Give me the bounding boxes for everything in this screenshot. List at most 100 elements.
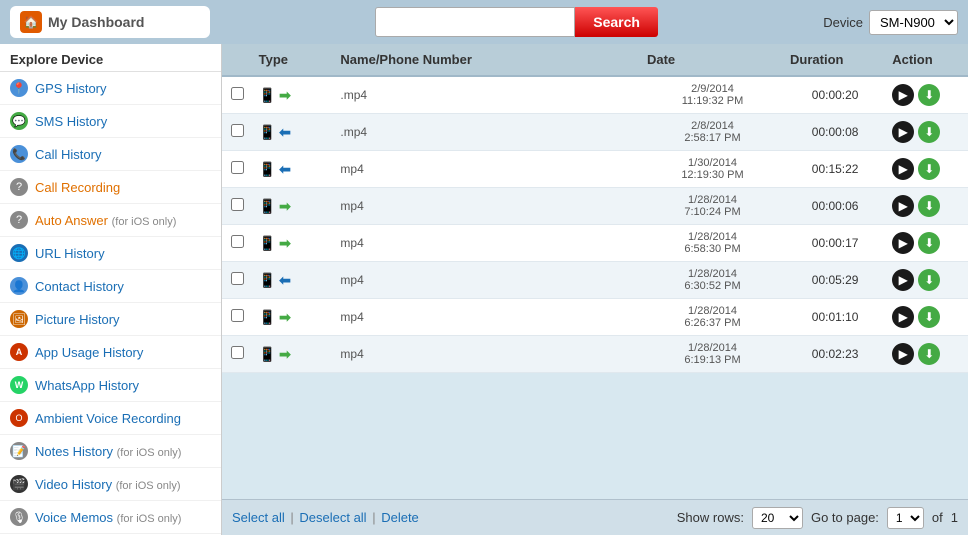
show-rows-select[interactable]: 10 20 50 100 xyxy=(752,507,803,529)
row-name-cell: .mp4 xyxy=(334,114,641,151)
sidebar-item-label-autoanswer: Auto Answer (for iOS only) xyxy=(35,213,176,228)
video-icon: 🎬 xyxy=(10,475,28,493)
row-duration-cell: 00:02:23 xyxy=(784,336,886,373)
sidebar-item-call[interactable]: 📞 Call History xyxy=(0,138,221,171)
col-header-name: Name/Phone Number xyxy=(334,44,641,76)
sidebar-item-autoanswer[interactable]: ? Auto Answer (for iOS only) xyxy=(0,204,221,237)
sidebar-item-gps[interactable]: 📍 GPS History xyxy=(0,72,221,105)
go-to-page-select[interactable]: 1 xyxy=(887,507,924,529)
sidebar-item-voice[interactable]: 🎙 Voice Memos (for iOS only) xyxy=(0,501,221,534)
play-button[interactable]: ▶ xyxy=(892,343,914,365)
sidebar-item-contact[interactable]: 👤 Contact History xyxy=(0,270,221,303)
row-checkbox[interactable] xyxy=(231,309,244,322)
row-checkbox[interactable] xyxy=(231,124,244,137)
direction-arrow-icon: ➡ xyxy=(279,198,291,215)
sidebar-item-label-url: URL History xyxy=(35,246,105,261)
direction-arrow-icon: ➡ xyxy=(279,87,291,104)
direction-arrow-icon: ➡ xyxy=(279,309,291,326)
row-checkbox-cell xyxy=(222,225,253,262)
download-button[interactable]: ⬇ xyxy=(918,306,940,328)
device-label: Device xyxy=(823,15,863,30)
play-button[interactable]: ▶ xyxy=(892,269,914,291)
row-name-cell: mp4 xyxy=(334,225,641,262)
main-layout: Explore Device 📍 GPS History 💬 SMS Histo… xyxy=(0,44,968,535)
download-button[interactable]: ⬇ xyxy=(918,121,940,143)
sidebar-item-ambient[interactable]: O Ambient Voice Recording xyxy=(0,402,221,435)
download-button[interactable]: ⬇ xyxy=(918,343,940,365)
play-button[interactable]: ▶ xyxy=(892,121,914,143)
sidebar-item-whatsapp[interactable]: W WhatsApp History xyxy=(0,369,221,402)
play-button[interactable]: ▶ xyxy=(892,84,914,106)
sidebar-item-video[interactable]: 🎬 Video History (for iOS only) xyxy=(0,468,221,501)
sidebar-item-callrec[interactable]: ? Call Recording xyxy=(0,171,221,204)
row-type-cell: 📱 ➡ xyxy=(253,225,335,262)
sidebar-item-sms[interactable]: 💬 SMS History xyxy=(0,105,221,138)
row-duration-cell: 00:15:22 xyxy=(784,151,886,188)
dashboard-icon: 🏠 xyxy=(20,11,42,33)
download-button[interactable]: ⬇ xyxy=(918,84,940,106)
deselect-all-link[interactable]: Deselect all xyxy=(299,510,366,525)
of-value: 1 xyxy=(951,510,958,525)
type-icons: 📱 ➡ xyxy=(259,235,329,252)
col-header-check xyxy=(222,44,253,76)
type-icons: 📱 ⬅ xyxy=(259,161,329,178)
table-row: 📱 ➡ .mp4 2/9/201411:19:32 PM 00:00:20 ▶ … xyxy=(222,76,968,114)
row-type-cell: 📱 ⬅ xyxy=(253,151,335,188)
download-button[interactable]: ⬇ xyxy=(918,269,940,291)
search-button[interactable]: Search xyxy=(575,7,658,37)
direction-arrow-icon: ⬅ xyxy=(279,272,291,289)
sidebar-item-label-call: Call History xyxy=(35,147,101,162)
phone-icon: 📱 xyxy=(259,198,276,215)
play-button[interactable]: ▶ xyxy=(892,195,914,217)
sidebar-item-url[interactable]: 🌐 URL History xyxy=(0,237,221,270)
row-name-cell: mp4 xyxy=(334,336,641,373)
content-area: Type Name/Phone Number Date Duration Act… xyxy=(222,44,968,535)
row-duration-cell: 00:01:10 xyxy=(784,299,886,336)
row-checkbox[interactable] xyxy=(231,198,244,211)
sidebar-item-label-picture: Picture History xyxy=(35,312,120,327)
device-select[interactable]: SM-N900 xyxy=(869,10,958,35)
delete-link[interactable]: Delete xyxy=(381,510,419,525)
play-button[interactable]: ▶ xyxy=(892,158,914,180)
row-duration-cell: 00:00:20 xyxy=(784,76,886,114)
sidebar-item-notes[interactable]: 📝 Notes History (for iOS only) xyxy=(0,435,221,468)
select-all-link[interactable]: Select all xyxy=(232,510,285,525)
of-label: of xyxy=(932,510,943,525)
phone-icon: 📱 xyxy=(259,309,276,326)
row-checkbox[interactable] xyxy=(231,272,244,285)
gps-icon: 📍 xyxy=(10,79,28,97)
sidebar-item-picture[interactable]: 🖼 Picture History xyxy=(0,303,221,336)
table-row: 📱 ⬅ mp4 1/28/20146:30:52 PM 00:05:29 ▶ ⬇ xyxy=(222,262,968,299)
row-type-cell: 📱 ➡ xyxy=(253,299,335,336)
download-button[interactable]: ⬇ xyxy=(918,195,940,217)
row-action-cell: ▶ ⬇ xyxy=(886,188,968,225)
row-checkbox-cell xyxy=(222,114,253,151)
row-checkbox[interactable] xyxy=(231,161,244,174)
sidebar-item-label-callrec: Call Recording xyxy=(35,180,120,195)
table-header-row: Type Name/Phone Number Date Duration Act… xyxy=(222,44,968,76)
direction-arrow-icon: ➡ xyxy=(279,346,291,363)
row-checkbox-cell xyxy=(222,299,253,336)
type-icons: 📱 ➡ xyxy=(259,198,329,215)
action-buttons: ▶ ⬇ xyxy=(892,84,962,106)
logo-text: My Dashboard xyxy=(48,14,144,30)
sidebar-item-label-contact: Contact History xyxy=(35,279,124,294)
phone-icon: 📱 xyxy=(259,161,276,178)
play-button[interactable]: ▶ xyxy=(892,306,914,328)
type-icons: 📱 ⬅ xyxy=(259,272,329,289)
row-type-cell: 📱 ➡ xyxy=(253,188,335,225)
table-row: 📱 ➡ mp4 1/28/20147:10:24 PM 00:00:06 ▶ ⬇ xyxy=(222,188,968,225)
row-checkbox[interactable] xyxy=(231,87,244,100)
row-checkbox[interactable] xyxy=(231,235,244,248)
row-date-cell: 1/28/20146:26:37 PM xyxy=(641,299,784,336)
table-container: Type Name/Phone Number Date Duration Act… xyxy=(222,44,968,499)
row-checkbox[interactable] xyxy=(231,346,244,359)
action-buttons: ▶ ⬇ xyxy=(892,306,962,328)
autoanswer-icon: ? xyxy=(10,211,28,229)
download-button[interactable]: ⬇ xyxy=(918,158,940,180)
phone-icon: 📱 xyxy=(259,87,276,104)
search-input[interactable] xyxy=(375,7,575,37)
play-button[interactable]: ▶ xyxy=(892,232,914,254)
sidebar-item-app[interactable]: A App Usage History xyxy=(0,336,221,369)
download-button[interactable]: ⬇ xyxy=(918,232,940,254)
